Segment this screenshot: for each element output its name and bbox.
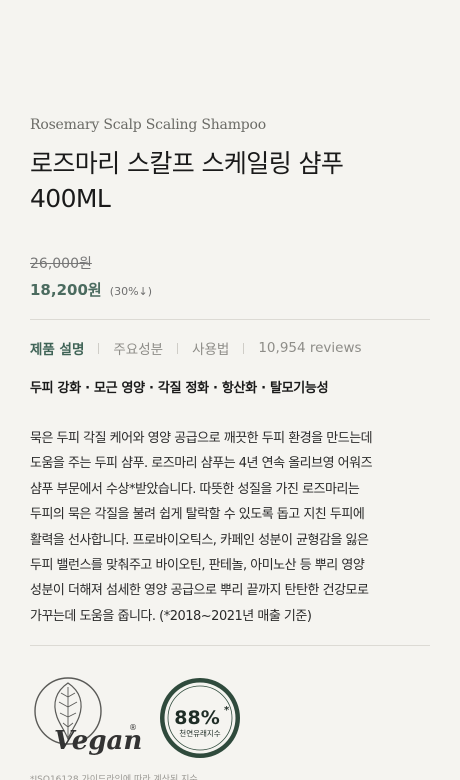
vegan-logo: Vegan ® xyxy=(34,677,142,756)
natural-percent: 88% xyxy=(174,707,219,729)
divider xyxy=(30,319,430,320)
natural-origin-badge: 88% * 천연유래지수 xyxy=(160,678,240,758)
certification-badges: Vegan ® 88% * 천연유래지수 xyxy=(30,673,430,763)
product-description: 묵은 두피 각질 케어와 영양 공급으로 깨끗한 두피 환경을 만드는데 도움을… xyxy=(30,431,373,624)
product-title-line1: 로즈마리 스칼프 스케일링 샴푸 xyxy=(30,149,344,178)
tab-separator xyxy=(243,342,245,354)
natural-label: 천연유래지수 xyxy=(179,728,220,738)
divider xyxy=(30,645,430,646)
product-title-line2: 400ML xyxy=(30,184,111,213)
info-tabs: 제품 설명 주요성분 사용법 10,954 reviews xyxy=(30,338,362,358)
product-keywords: 두피 강화 · 모근 영양 · 각질 정화 · 항산화 · 탈모기능성 xyxy=(30,381,329,396)
tab-separator xyxy=(98,342,100,354)
tab-ingredients[interactable]: 주요성분 xyxy=(113,338,163,358)
sale-price: 18,200원 xyxy=(30,281,102,299)
footnote: *ISO16128 가이드라인에 따라 계산된 지수 xyxy=(30,775,198,780)
product-title: 로즈마리 스칼프 스케일링 샴푸 400ML xyxy=(30,146,430,216)
tab-separator xyxy=(177,342,179,354)
price-row: 18,200원 (30%↓) xyxy=(30,279,152,300)
tab-usage[interactable]: 사용법 xyxy=(192,338,229,358)
discount-badge: (30%↓) xyxy=(109,285,153,298)
product-subtitle: Rosemary Scalp Scaling Shampoo xyxy=(30,117,266,133)
original-price: 26,000원 xyxy=(30,256,92,272)
natural-percent-mark: * xyxy=(224,705,230,716)
tab-description[interactable]: 제품 설명 xyxy=(30,338,84,358)
vegan-logo-mark: ® xyxy=(129,723,137,732)
tab-reviews[interactable]: 10,954 reviews xyxy=(258,340,361,356)
